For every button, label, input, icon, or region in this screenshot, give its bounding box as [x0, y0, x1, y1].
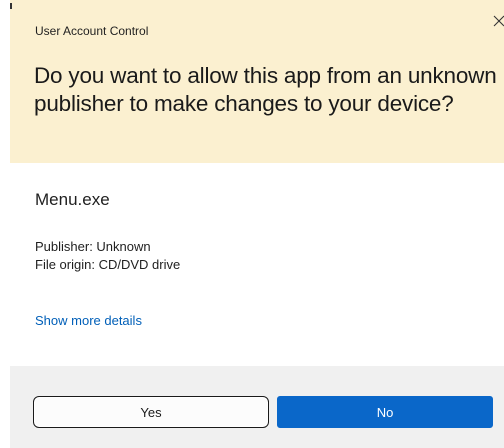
- dialog-title: User Account Control: [35, 24, 149, 38]
- no-button[interactable]: No: [277, 396, 493, 428]
- show-more-details-link[interactable]: Show more details: [35, 313, 142, 328]
- file-origin-info: File origin: CD/DVD drive: [35, 257, 181, 272]
- close-icon[interactable]: [492, 14, 504, 28]
- dialog-question: Do you want to allow this app from an un…: [34, 63, 497, 116]
- window-edge: [0, 0, 10, 448]
- window-corner-mark: [10, 3, 12, 9]
- dialog-header: User Account Control Do you want to allo…: [10, 0, 504, 163]
- app-name: Menu.exe: [35, 190, 110, 209]
- publisher-info: Publisher: Unknown: [35, 239, 151, 254]
- yes-button[interactable]: Yes: [33, 396, 269, 428]
- uac-dialog: User Account Control Do you want to allo…: [0, 0, 504, 448]
